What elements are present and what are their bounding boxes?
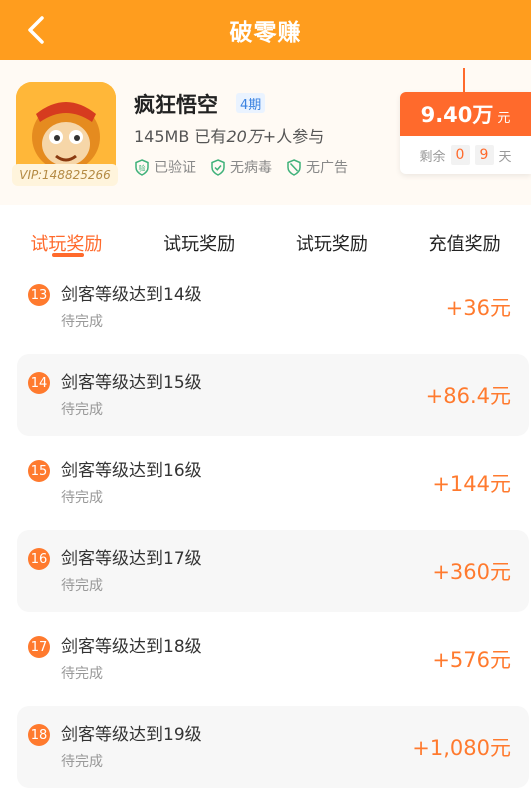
shield-check-icon: [211, 158, 225, 176]
tab-recharge-reward[interactable]: 充值奖励: [398, 222, 531, 264]
task-reward: +576元: [432, 648, 511, 672]
participants-prefix: 已有: [194, 127, 227, 146]
app-meta: 145MB 已有20万+人参与: [134, 123, 324, 147]
task-title: 剑客等级达到16级: [61, 461, 202, 481]
task-title: 剑客等级达到17级: [61, 549, 202, 569]
period-badge: 4期: [236, 93, 266, 113]
trust-badges: 验 已验证 无病毒 无广告: [134, 157, 348, 177]
task-number: 18: [28, 724, 50, 746]
tab-trial-reward-3[interactable]: 试玩奖励: [266, 222, 399, 264]
total-reward: 9.40万 元: [400, 92, 531, 136]
back-button[interactable]: [16, 10, 56, 50]
no-ads-badge: 无广告: [286, 157, 348, 177]
task-status: 待完成: [61, 578, 103, 594]
page-title: 破零赚: [229, 20, 302, 46]
task-title: 剑客等级达到14级: [61, 285, 202, 305]
task-status: 待完成: [61, 666, 103, 682]
shield-slash-icon: [287, 158, 301, 176]
reward-amount: 9.40万: [420, 103, 494, 127]
verified-icon: 验: [135, 158, 149, 176]
verified-badge: 验 已验证: [134, 157, 196, 177]
chevron-left-icon: [28, 16, 44, 44]
top-nav-bar: 破零赚: [0, 0, 531, 60]
participants-suffix: 人参与: [276, 127, 325, 146]
remain-digit: 9: [474, 145, 494, 165]
no-virus-badge: 无病毒: [210, 157, 272, 177]
card-pin: [463, 68, 465, 92]
task-status: 待完成: [61, 490, 103, 506]
svg-text:验: 验: [139, 163, 146, 172]
task-reward: +360元: [432, 560, 511, 584]
remaining-days: 剩余 0 9 天: [419, 145, 512, 165]
remain-digit: 0: [450, 145, 470, 165]
task-number: 13: [28, 284, 50, 306]
task-item[interactable]: 17 剑客等级达到18级 待完成 +576元: [17, 618, 529, 700]
active-tab-indicator: [52, 253, 84, 257]
reward-tabs: 试玩奖励 试玩奖励 试玩奖励 充值奖励: [0, 222, 531, 264]
task-list: 13 剑客等级达到14级 待完成 +36元 14 剑客等级达到15级 待完成 +…: [17, 266, 529, 794]
vip-id-label: VIP:148825266: [12, 164, 118, 186]
task-number: 16: [28, 548, 50, 570]
task-status: 待完成: [61, 314, 103, 330]
task-item[interactable]: 14 剑客等级达到15级 待完成 +86.4元: [17, 354, 529, 436]
app-name: 疯狂悟空: [134, 93, 218, 117]
task-title: 剑客等级达到15级: [61, 373, 202, 393]
reward-unit: 元: [497, 110, 511, 126]
task-number: 14: [28, 372, 50, 394]
task-status: 待完成: [61, 402, 103, 418]
task-number: 15: [28, 460, 50, 482]
app-size: 145MB: [134, 127, 190, 146]
task-item[interactable]: 13 剑客等级达到14级 待完成 +36元: [17, 266, 529, 348]
task-item[interactable]: 16 剑客等级达到17级 待完成 +360元: [17, 530, 529, 612]
task-reward: +86.4元: [425, 384, 511, 408]
task-item[interactable]: 15 剑客等级达到16级 待完成 +144元: [17, 442, 529, 524]
task-number: 17: [28, 636, 50, 658]
task-item[interactable]: 18 剑客等级达到19级 待完成 +1,080元: [17, 706, 529, 788]
task-title: 剑客等级达到18级: [61, 637, 202, 657]
task-status: 待完成: [61, 754, 103, 770]
task-reward: +144元: [432, 472, 511, 496]
task-reward: +36元: [445, 296, 511, 320]
participants-num: 20万+: [226, 127, 277, 146]
tab-trial-reward-2[interactable]: 试玩奖励: [133, 222, 266, 264]
tab-trial-reward-1[interactable]: 试玩奖励: [0, 222, 133, 264]
task-reward: +1,080元: [412, 736, 511, 760]
reward-card: 9.40万 元 剩余 0 9 天: [400, 92, 531, 174]
task-title: 剑客等级达到19级: [61, 725, 202, 745]
